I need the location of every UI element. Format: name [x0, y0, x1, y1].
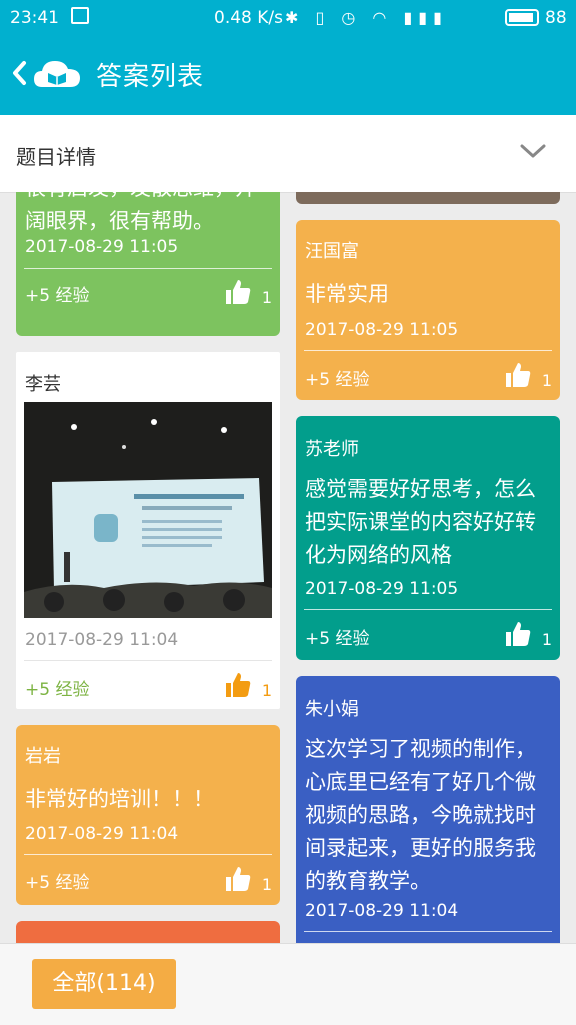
answer-content: 非常实用	[305, 282, 389, 306]
status-time: 23:41	[10, 8, 59, 28]
answer-card[interactable]: 苏老师 感觉需要好好思考，怎么把实际课堂的内容好好转化为网络的风格 2017-0…	[296, 416, 560, 660]
answer-date: 2017-08-29 11:04	[25, 630, 179, 650]
experience-points: +5 经验	[305, 629, 370, 649]
message-icon	[71, 7, 89, 24]
all-answers-button[interactable]: 全部(114)	[32, 959, 176, 1009]
network-speed: 0.48 K/s	[214, 8, 283, 28]
bottom-bar: 全部(114)	[0, 943, 576, 1025]
like-count: 1	[541, 630, 552, 649]
answer-date: 2017-08-29 11:05	[25, 237, 179, 257]
author-name: 岩岩	[25, 746, 61, 767]
divider	[24, 268, 272, 269]
like-count: 1	[541, 371, 552, 390]
divider	[24, 854, 272, 855]
status-icons: ✱ ▯ ◷ ◠ ▮▮▮	[285, 8, 448, 27]
answer-card[interactable]: 李芸 2017-08-29 11:04 +5 经验 1	[16, 352, 280, 709]
author-name: 李芸	[25, 374, 61, 395]
like-count: 1	[261, 288, 272, 307]
answer-date: 2017-08-29 11:05	[305, 320, 459, 340]
like-count: 1	[261, 875, 272, 894]
thumbs-up-icon[interactable]	[224, 865, 252, 893]
battery-icon	[505, 9, 539, 26]
answer-card[interactable]: 岩岩 非常好的培训！！！ 2017-08-29 11:04 +5 经验 1	[16, 725, 280, 905]
thumbs-up-icon[interactable]	[504, 620, 532, 648]
divider	[304, 609, 552, 610]
divider	[304, 931, 552, 932]
thumbs-up-icon[interactable]	[224, 671, 252, 699]
experience-points: +5 经验	[305, 370, 370, 390]
answer-date: 2017-08-29 11:04	[25, 824, 179, 844]
experience-points: +5 经验	[25, 680, 90, 700]
question-detail-bar[interactable]: 题目详情	[0, 115, 576, 193]
answer-card[interactable]	[296, 192, 560, 204]
answer-card[interactable]: 汪国富 非常实用 2017-08-29 11:05 +5 经验 1	[296, 220, 560, 400]
answer-content: 感觉需要好好思考，怎么把实际课堂的内容好好转化为网络的风格	[305, 477, 536, 567]
answer-card[interactable]: 朱小娟 这次学习了视频的制作，心底里已经有了好几个微视频的思路，今晚就找时间录起…	[296, 676, 560, 943]
back-arrow-icon[interactable]	[10, 58, 30, 88]
divider	[24, 660, 272, 661]
like-count: 1	[261, 681, 272, 700]
divider	[304, 350, 552, 351]
experience-points: +5 经验	[25, 286, 90, 306]
status-bar: 23:41 0.48 K/s ✱ ▯ ◷ ◠ ▮▮▮ 88	[0, 0, 576, 36]
chevron-down-icon[interactable]	[520, 142, 546, 160]
answer-card[interactable]	[16, 921, 280, 943]
cloud-book-logo-icon	[34, 61, 80, 87]
answer-content: 这次学习了视频的制作，心底里已经有了好几个微视频的思路，今晚就找时间录起来，更好…	[305, 737, 536, 893]
battery-level: 88	[545, 8, 567, 28]
author-name: 朱小娟	[305, 699, 359, 720]
thumbs-up-icon[interactable]	[224, 278, 252, 306]
answer-content: 非常好的培训！！！	[25, 787, 214, 811]
author-name: 汪国富	[305, 241, 359, 262]
experience-points: +5 经验	[25, 873, 90, 893]
answer-date: 2017-08-29 11:05	[305, 579, 459, 599]
app-bar: 答案列表	[0, 36, 576, 115]
thumbs-up-icon[interactable]	[504, 361, 532, 389]
page-title: 答案列表	[96, 62, 205, 92]
answer-content: 很有启发，发散思维，开阔眼界，很有帮助。	[25, 192, 256, 233]
answer-date: 2017-08-29 11:04	[305, 901, 459, 921]
answer-card[interactable]: 很有启发，发散思维，开阔眼界，很有帮助。 2017-08-29 11:05 +5…	[16, 192, 280, 336]
conference-photo[interactable]	[24, 402, 272, 618]
answer-list[interactable]: 很有启发，发散思维，开阔眼界，很有帮助。 2017-08-29 11:05 +5…	[0, 192, 576, 943]
question-detail-label: 题目详情	[16, 145, 96, 169]
author-name: 苏老师	[305, 439, 359, 460]
